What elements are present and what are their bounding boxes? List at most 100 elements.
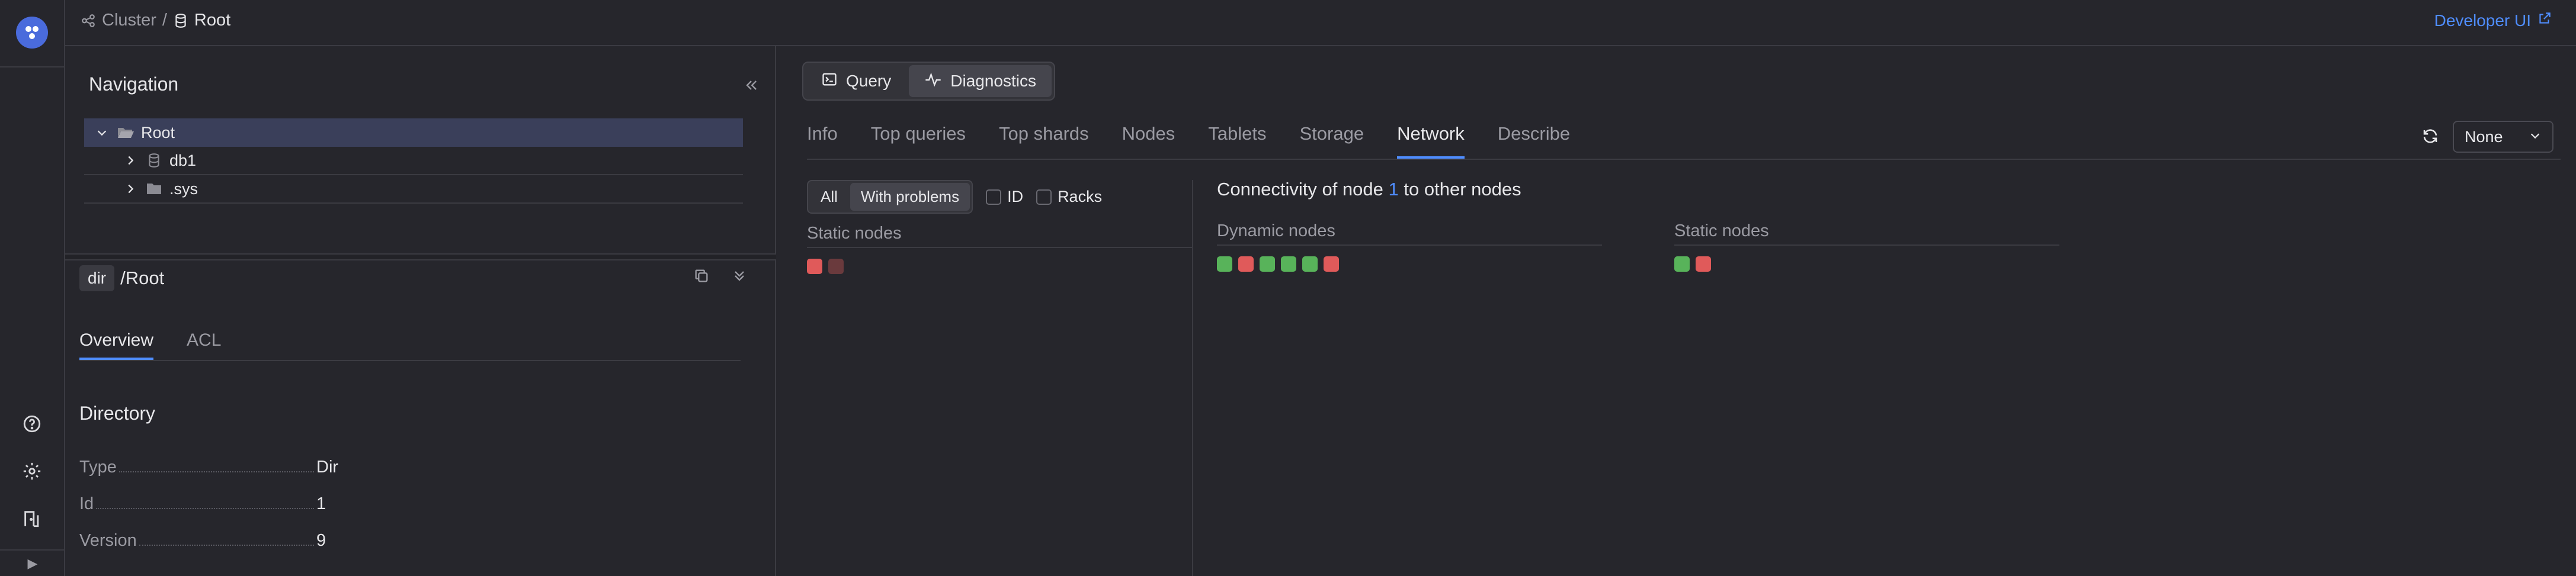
checkbox-box[interactable] (1036, 189, 1052, 205)
logout-icon[interactable] (19, 506, 45, 532)
breadcrumb: Cluster / Root (81, 11, 230, 30)
navigation-panel: Navigation Root db1 .sys dir /Root Overv… (65, 46, 776, 576)
checkbox-box[interactable] (986, 189, 1002, 205)
connectivity-node-link[interactable]: 1 (1389, 179, 1399, 199)
panel-resizer[interactable] (65, 253, 776, 260)
tree-item-sys[interactable]: .sys (84, 175, 743, 204)
dynamic-nodes-section: Dynamic nodes (1217, 221, 1602, 272)
tree-item-db1[interactable]: db1 (84, 147, 743, 175)
object-path-text: /Root (120, 268, 165, 288)
property-row: Type Dir (79, 440, 399, 477)
refresh-icon[interactable] (2418, 124, 2442, 148)
node-row (807, 259, 1192, 274)
top-header: Cluster / Root Developer UI (65, 0, 2576, 46)
tab-top-queries[interactable]: Top queries (871, 117, 966, 159)
navigation-title: Navigation (89, 73, 179, 95)
property-key: Type (79, 458, 117, 477)
query-mode-button[interactable]: Query (806, 65, 906, 97)
tree-label: db1 (169, 151, 197, 169)
connectivity-prefix: Connectivity of node (1217, 179, 1383, 199)
tab-tablets[interactable]: Tablets (1208, 117, 1266, 159)
property-key: Version (79, 531, 137, 550)
node-square[interactable] (828, 259, 844, 274)
section-title: Dynamic nodes (1217, 221, 1602, 246)
left-static-nodes: Static nodes (807, 224, 1192, 274)
static-nodes-section: Static nodes (1674, 221, 2059, 272)
gear-icon[interactable] (19, 458, 45, 484)
rail-separator (0, 66, 65, 67)
network-filters: All With problems ID Racks (807, 180, 1102, 214)
chevron-right-icon[interactable] (118, 182, 142, 195)
vertical-resizer[interactable] (776, 46, 795, 576)
left-rail: ▶ (0, 0, 65, 576)
folder-icon (142, 182, 166, 195)
autorefresh-select[interactable]: None (2453, 121, 2553, 153)
chevron-right-icon[interactable] (118, 154, 142, 167)
tree-item-root[interactable]: Root (84, 118, 743, 147)
external-link-icon (2537, 11, 2552, 30)
app-root: ▶ Cluster / Root Developer UI Navigation (0, 0, 2576, 576)
node-square[interactable] (1324, 256, 1339, 272)
id-checkbox[interactable]: ID (986, 188, 1023, 206)
tab-top-shards[interactable]: Top shards (999, 117, 1089, 159)
chevron-down-icon[interactable] (90, 126, 114, 139)
breadcrumb-cluster[interactable]: Cluster (102, 11, 156, 30)
column-divider (1192, 180, 1193, 576)
help-icon[interactable] (19, 411, 45, 437)
collapse-panel-icon[interactable] (741, 75, 762, 96)
chevrons-down-icon[interactable] (731, 268, 748, 289)
tab-describe[interactable]: Describe (1498, 117, 1570, 159)
expand-rail-icon[interactable]: ▶ (0, 549, 65, 576)
node-square[interactable] (807, 259, 822, 274)
tree-label: Root (141, 123, 175, 141)
node-square[interactable] (1260, 256, 1275, 272)
node-row (1217, 256, 1602, 272)
directory-title: Directory (79, 403, 156, 424)
logo-icon[interactable] (16, 17, 48, 49)
node-square[interactable] (1696, 256, 1711, 272)
tab-storage[interactable]: Storage (1299, 117, 1364, 159)
object-subtabs: Overview ACL (79, 324, 741, 361)
pulse-icon (924, 71, 942, 92)
developer-ui-link[interactable]: Developer UI (2434, 11, 2552, 30)
node-row (1674, 256, 2059, 272)
navigation-tree: Root db1 .sys (84, 118, 743, 204)
property-key: Id (79, 494, 94, 513)
filter-with-problems-button[interactable]: With problems (850, 183, 970, 211)
node-square[interactable] (1302, 256, 1318, 272)
object-path: dir /Root (79, 265, 164, 291)
diagnostics-mode-button[interactable]: Diagnostics (909, 65, 1052, 97)
folder-open-icon (114, 126, 137, 140)
object-type-badge: dir (79, 265, 115, 291)
query-mode-label: Query (846, 72, 892, 90)
filter-all-button[interactable]: All (810, 183, 848, 211)
property-leader (96, 508, 314, 509)
property-row: Id 1 (79, 477, 399, 514)
tab-network[interactable]: Network (1397, 117, 1465, 159)
property-value: Dir (316, 458, 339, 477)
breadcrumb-separator: / (162, 11, 167, 30)
node-square[interactable] (1217, 256, 1232, 272)
diagnostics-mode-label: Diagnostics (950, 72, 1036, 90)
breadcrumb-root[interactable]: Root (194, 11, 230, 30)
tab-info[interactable]: Info (807, 117, 838, 159)
tab-acl[interactable]: ACL (187, 324, 221, 360)
cluster-icon (81, 13, 96, 28)
tab-nodes[interactable]: Nodes (1122, 117, 1175, 159)
property-value: 9 (316, 531, 326, 550)
node-square[interactable] (1281, 256, 1296, 272)
main-content: Query Diagnostics Info Top queries Top s… (795, 46, 2576, 576)
problem-filter: All With problems (807, 180, 973, 214)
developer-ui-label: Developer UI (2434, 11, 2531, 30)
node-square[interactable] (1238, 256, 1254, 272)
property-row: Version 9 (79, 514, 399, 551)
directory-properties: Type Dir Id 1 Version 9 (79, 440, 399, 551)
database-icon (142, 153, 166, 168)
node-square[interactable] (1674, 256, 1690, 272)
tab-overview[interactable]: Overview (79, 324, 154, 360)
chevron-down-icon (2529, 128, 2542, 146)
id-checkbox-label: ID (1007, 188, 1024, 205)
terminal-icon (821, 71, 838, 92)
copy-icon[interactable] (693, 268, 710, 289)
racks-checkbox[interactable]: Racks (1036, 188, 1102, 206)
